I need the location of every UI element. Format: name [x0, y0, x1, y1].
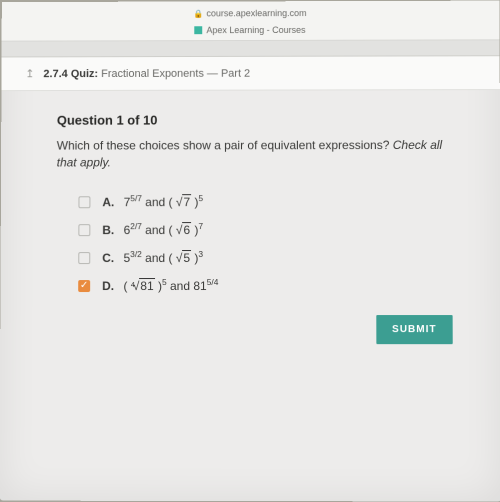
crumb-title: Fractional Exponents — Part 2: [101, 68, 250, 80]
tab-favicon: [194, 27, 202, 35]
breadcrumb[interactable]: ↥ 2.7.4 Quiz: Fractional Exponents — Par…: [1, 56, 499, 91]
tab-title: Apex Learning - Courses: [206, 25, 305, 35]
choice-a-expr: 75/7 and ( 7 )5: [124, 195, 203, 209]
checkbox-c[interactable]: [78, 252, 90, 264]
choice-letter: A.: [102, 195, 114, 209]
choice-b-expr: 62/7 and ( 6 )7: [124, 223, 204, 237]
choice-c[interactable]: C. 53/2 and ( 5 )3: [78, 251, 460, 265]
crumb-number: 2.7.4: [43, 68, 67, 80]
checkbox-a[interactable]: [78, 196, 90, 208]
url-text: course.apexlearning.com: [206, 8, 306, 18]
choice-letter: B.: [102, 223, 114, 237]
question-prompt: Which of these choices show a pair of eq…: [57, 138, 390, 152]
browser-chrome: 🔒course.apexlearning.com Apex Learning -…: [2, 1, 500, 42]
checkbox-d[interactable]: ✓: [78, 280, 90, 292]
checkbox-b[interactable]: [78, 224, 90, 236]
submit-button[interactable]: SUBMIT: [376, 315, 453, 344]
crumb-kind: Quiz:: [71, 68, 98, 80]
question-header: Question 1 of 10: [57, 112, 460, 128]
lock-icon: 🔒: [194, 9, 204, 18]
question-panel: Question 1 of 10 Which of these choices …: [0, 90, 500, 356]
choice-c-expr: 53/2 and ( 5 )3: [123, 251, 203, 265]
choice-d-expr: ( 481 )5 and 815/4: [123, 279, 218, 293]
choice-letter: C.: [102, 251, 114, 265]
choice-b[interactable]: B. 62/7 and ( 6 )7: [78, 223, 460, 237]
choice-letter: D.: [102, 279, 114, 293]
question-text: Which of these choices show a pair of eq…: [57, 137, 460, 171]
toolbar-spacer: [2, 41, 500, 58]
choice-d[interactable]: ✓ D. ( 481 )5 and 815/4: [78, 279, 460, 293]
choice-a[interactable]: A. 75/7 and ( 7 )5: [78, 195, 460, 209]
up-arrow-icon: ↥: [25, 68, 34, 80]
choice-list: A. 75/7 and ( 7 )5 B. 62/7 and ( 6 )7: [78, 195, 460, 293]
